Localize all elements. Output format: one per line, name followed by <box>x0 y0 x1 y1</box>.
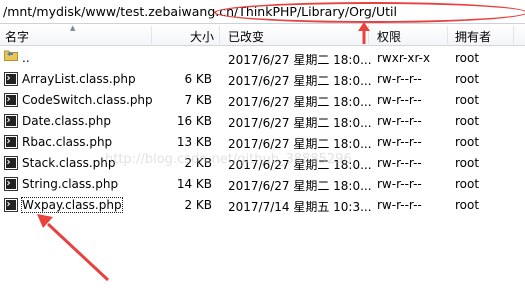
php-file-icon <box>4 156 18 170</box>
diagonal-arrow-icon <box>37 214 110 282</box>
file-row[interactable]: .. 2017/6/27 星期二 18:0... rwxr-xr-x root <box>0 48 525 69</box>
file-permissions: rw-r--r-- <box>377 114 422 128</box>
column-header-permissions[interactable]: 权限 <box>377 28 401 45</box>
file-name: .. <box>22 51 30 65</box>
column-header-modified[interactable]: 已改变 <box>228 28 264 45</box>
file-owner: root <box>455 177 480 191</box>
file-row[interactable]: Rbac.class.php 13 KB 2017/6/27 星期二 18:0.… <box>0 132 525 153</box>
path-highlight-circle <box>214 2 525 23</box>
file-name: ArrayList.class.php <box>22 72 136 86</box>
column-separator[interactable] <box>368 26 369 44</box>
file-row-selected[interactable]: Wxpay.class.php 2 KB 2017/7/14 星期五 10:3.… <box>0 195 525 216</box>
file-owner: root <box>455 135 480 149</box>
column-header-name[interactable]: 名字 <box>5 28 29 45</box>
file-size: 7 KB <box>184 93 212 107</box>
file-name: Date.class.php <box>22 114 111 128</box>
file-row[interactable]: Stack.class.php 2 KB 2017/6/27 星期二 18:0.… <box>0 153 525 174</box>
file-modified: 2017/6/27 星期二 18:0... <box>228 179 372 193</box>
file-row[interactable]: String.class.php 14 KB 2017/6/27 星期二 18:… <box>0 174 525 195</box>
file-row[interactable]: CodeSwitch.class.php 7 KB 2017/6/27 星期二 … <box>0 90 525 111</box>
php-file-icon <box>4 198 18 212</box>
file-name: Wxpay.class.php <box>21 197 123 213</box>
file-modified: 2017/6/27 星期二 18:0... <box>228 116 372 130</box>
column-separator[interactable] <box>513 26 514 44</box>
file-permissions: rw-r--r-- <box>377 72 422 86</box>
file-permissions: rw-r--r-- <box>377 198 422 212</box>
file-owner: root <box>455 93 480 107</box>
file-size: 16 KB <box>176 114 212 128</box>
file-owner: root <box>455 72 480 86</box>
file-modified: 2017/6/27 星期二 18:0... <box>228 95 372 109</box>
file-size: 2 KB <box>184 156 212 170</box>
file-modified: 2017/7/14 星期五 10:3... <box>228 200 372 214</box>
file-name: Stack.class.php <box>22 156 116 170</box>
column-separator[interactable] <box>219 26 220 44</box>
file-permissions: rw-r--r-- <box>377 156 422 170</box>
file-modified: 2017/6/27 星期二 18:0... <box>228 158 372 172</box>
path-prefix: /mnt/mydisk/www/test.zebaiwang.cn/ <box>3 4 239 19</box>
php-file-icon <box>4 177 18 191</box>
sort-ascending-icon: ▲ <box>70 24 76 32</box>
file-row[interactable]: ArrayList.class.php 6 KB 2017/6/27 星期二 1… <box>0 69 525 90</box>
php-file-icon <box>4 114 18 128</box>
php-file-icon <box>4 93 18 107</box>
parent-folder-icon <box>4 50 18 61</box>
file-modified: 2017/6/27 星期二 18:0... <box>228 53 372 67</box>
file-modified: 2017/6/27 星期二 18:0... <box>228 137 372 151</box>
file-name: CodeSwitch.class.php <box>22 93 153 107</box>
file-name: String.class.php <box>22 177 119 191</box>
file-size: 2 KB <box>184 198 212 212</box>
file-name: Rbac.class.php <box>22 135 113 149</box>
file-owner: root <box>455 51 480 65</box>
file-list: .. 2017/6/27 星期二 18:0... rwxr-xr-x root … <box>0 48 525 216</box>
file-permissions: rw-r--r-- <box>377 177 422 191</box>
file-owner: root <box>455 114 480 128</box>
column-header-owner[interactable]: 拥有者 <box>455 28 491 45</box>
file-size: 14 KB <box>176 177 212 191</box>
php-file-icon <box>4 135 18 149</box>
file-size: 6 KB <box>184 72 212 86</box>
column-header-row: 名字 ▲ 大小 已改变 权限 拥有者 <box>0 24 525 46</box>
file-size: 13 KB <box>176 135 212 149</box>
php-file-icon <box>4 72 18 86</box>
file-permissions: rw-r--r-- <box>377 135 422 149</box>
file-permissions: rw-r--r-- <box>377 93 422 107</box>
file-owner: root <box>455 156 480 170</box>
file-modified: 2017/6/27 星期二 18:0... <box>228 74 372 88</box>
file-row[interactable]: Date.class.php 16 KB 2017/6/27 星期二 18:0.… <box>0 111 525 132</box>
column-separator[interactable] <box>151 26 152 44</box>
column-header-size[interactable]: 大小 <box>190 28 214 45</box>
column-separator[interactable] <box>447 26 448 44</box>
file-owner: root <box>455 198 480 212</box>
file-permissions: rwxr-xr-x <box>377 51 431 65</box>
